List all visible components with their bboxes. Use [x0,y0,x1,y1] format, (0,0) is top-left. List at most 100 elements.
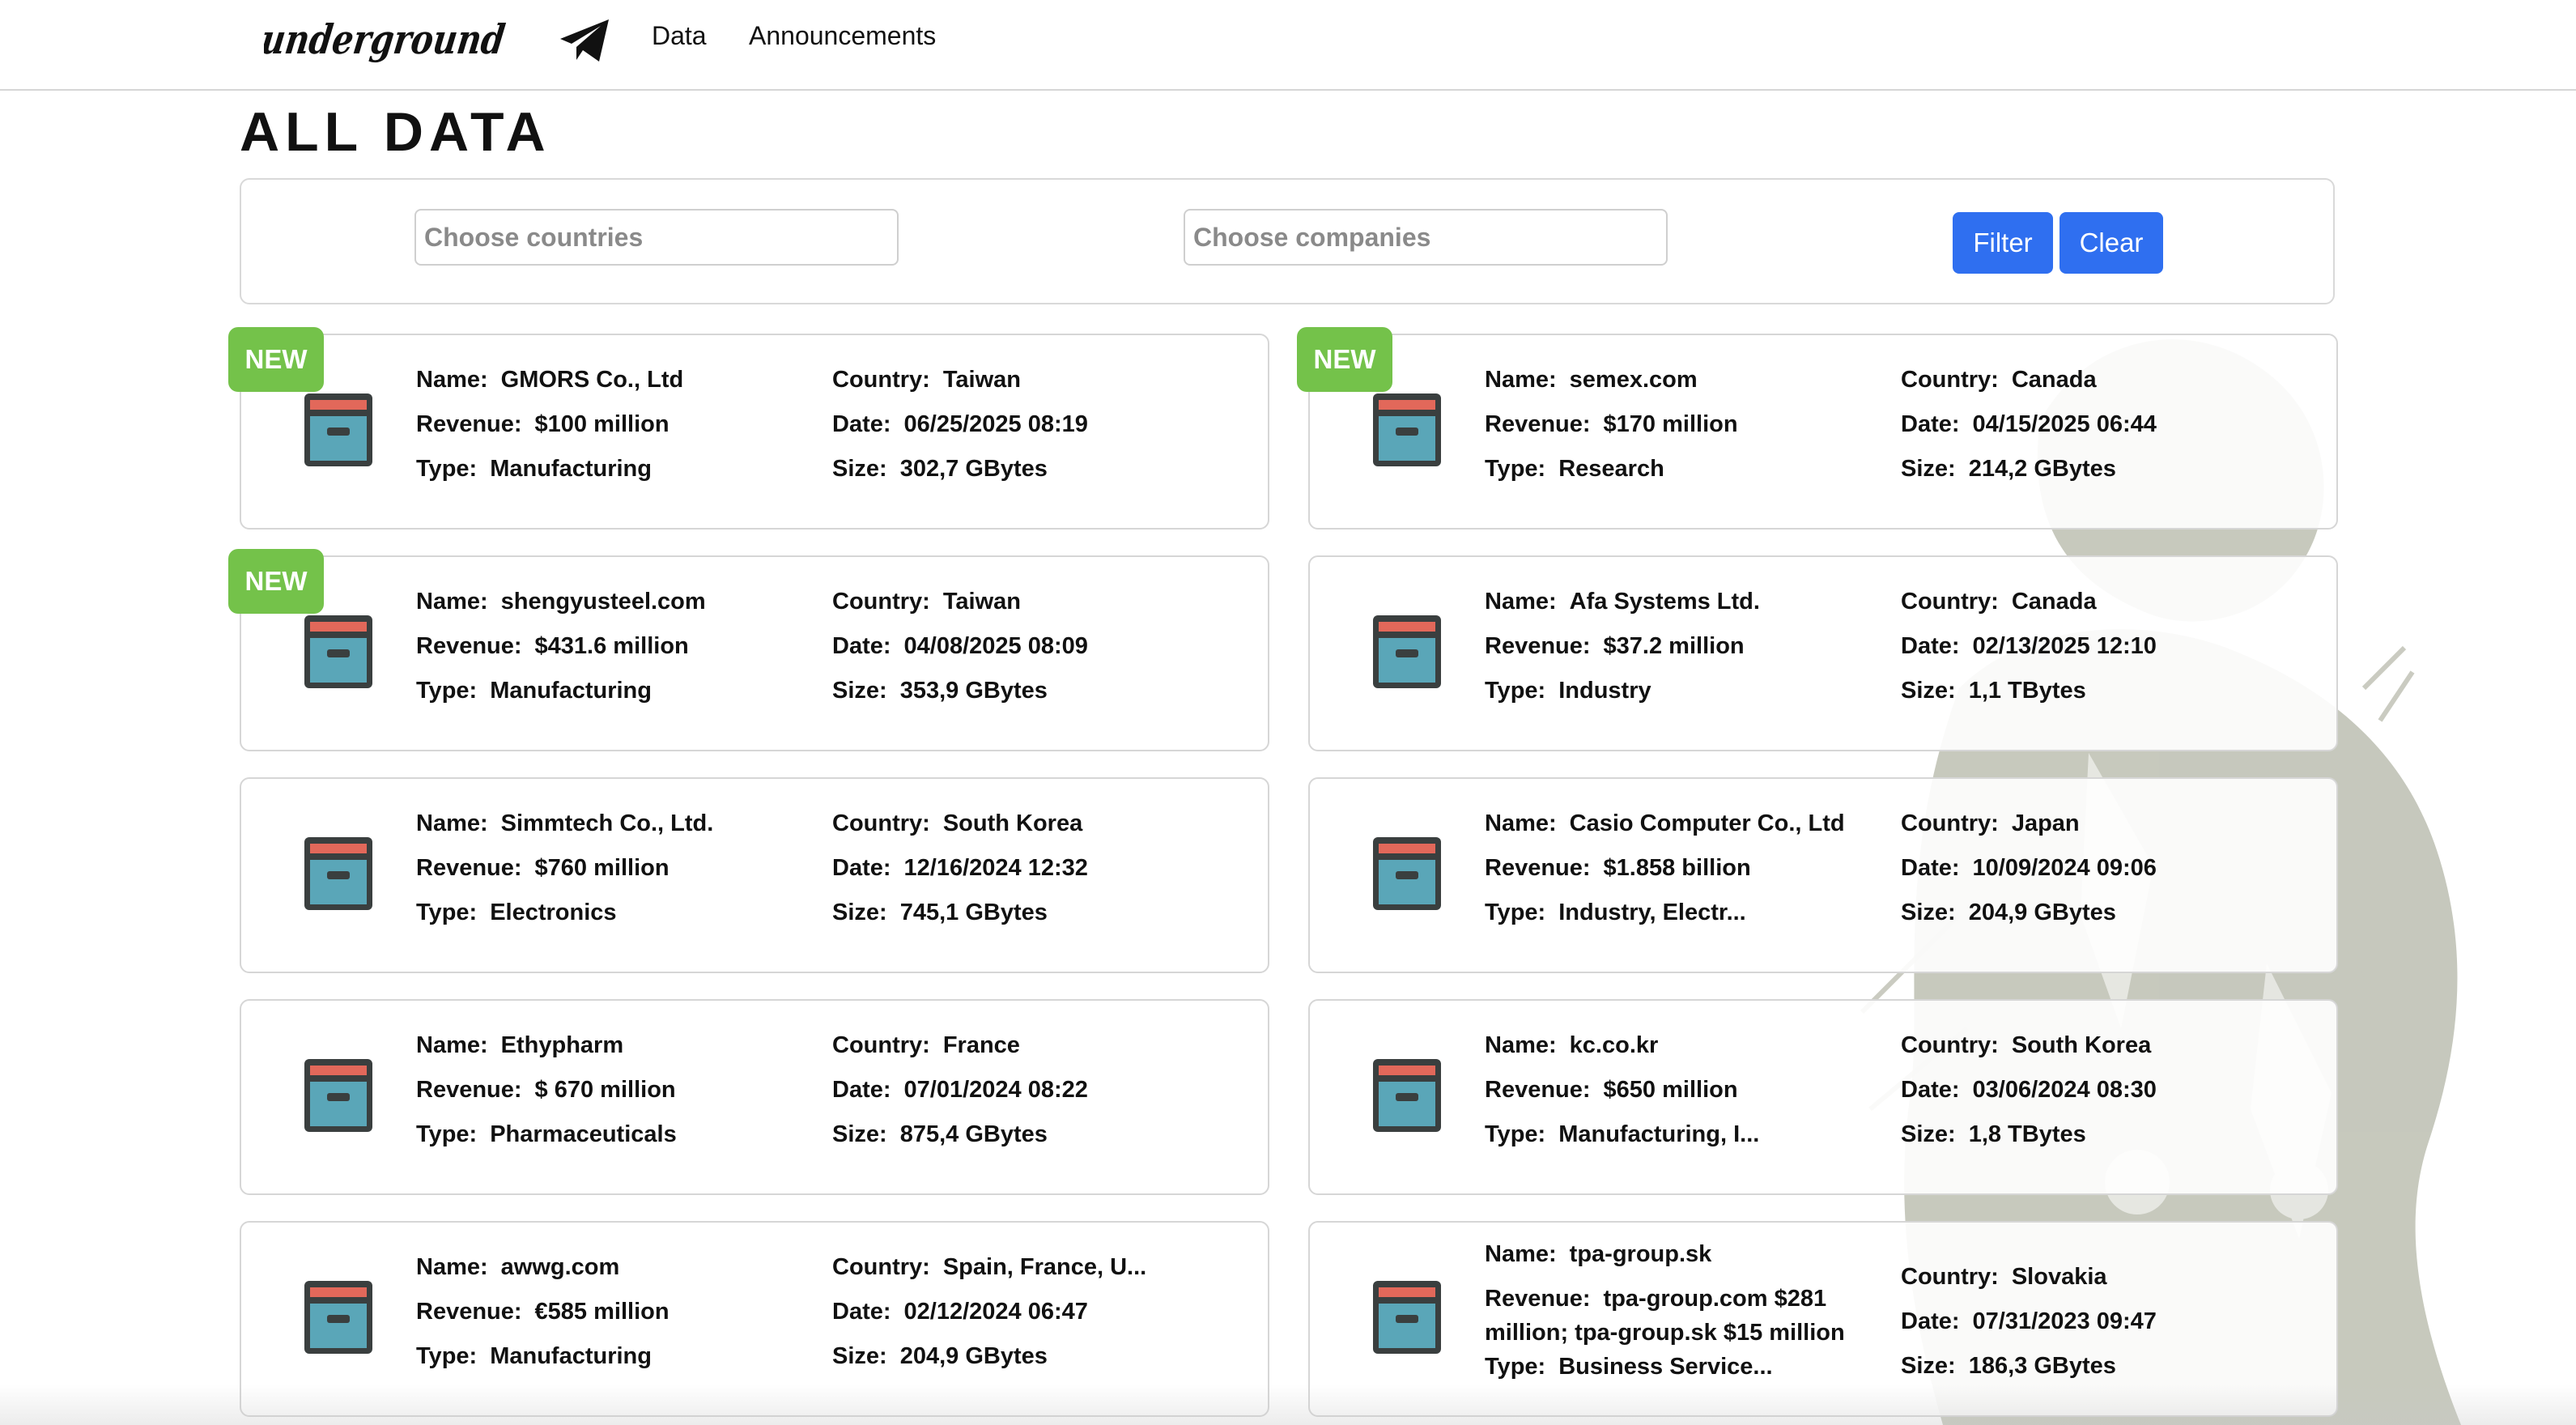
archive-box-icon [304,1281,372,1354]
industry-type-label: Type: [416,1121,478,1147]
revenue-value: $100 million [534,411,670,437]
industry-type-row: Type: Industry [1485,669,1760,713]
country-row: Country: Taiwan [832,358,1088,402]
revenue-label: Revenue: [1485,411,1591,437]
company-name-value: kc.co.kr [1569,1032,1659,1058]
company-name-row: Name: shengyusteel.com [416,580,706,624]
card-company-column: Name: awwg.com Revenue: €585 million Type: Ma… [416,1245,670,1379]
company-name-label: Name: [1485,1032,1557,1058]
underground-logo[interactable]: underground [264,11,512,70]
card-company-column: Name: Afa Systems Ltd. Revenue: $37.2 milli… [1485,580,1760,713]
card-company-column: Name: kc.co.kr Revenue: $650 million Type: Ma… [1485,1023,1759,1157]
size-row: Size: 1,1 TBytes [1901,669,2157,713]
date-label: Date: [832,855,891,881]
card-details-column: Country: Taiwan Date: 04/08/2025 08:09 Size:… [832,580,1088,713]
card-company-column: Name: Casio Computer Co., Ltd Revenue: $1.8… [1485,802,1845,935]
size-label: Size: [832,1121,887,1147]
revenue-value: $1.858 billion [1603,855,1751,881]
data-card[interactable]: NEW Name: semex.com Revenue: $170 million Typ… [1297,327,2338,530]
archive-box-icon [304,393,372,466]
revenue-label: Revenue: [1485,633,1591,659]
country-row: Country: South Korea [832,802,1088,846]
company-name-label: Name: [1485,367,1557,393]
industry-type-label: Type: [416,1343,478,1369]
date-value: 06/25/2025 08:19 [903,411,1088,437]
filter-button[interactable]: Filter [1953,212,2053,274]
new-badge: NEW [228,327,324,392]
revenue-label: Revenue: [1485,1286,1591,1312]
date-label: Date: [1901,633,1960,659]
revenue-label: Revenue: [416,1299,522,1325]
company-name-value: Simmtech Co., Ltd. [500,810,714,836]
size-row: Size: 302,7 GBytes [832,447,1088,491]
size-row: Size: 204,9 GBytes [832,1334,1146,1379]
country-value: Canada [2011,367,2097,393]
telegram-plane-icon[interactable] [559,16,610,65]
industry-type-label: Type: [1485,900,1546,925]
country-row: Country: Spain, France, U... [832,1245,1146,1290]
country-label: Country: [832,1032,930,1058]
company-name-row: Name: tpa-group.sk [1485,1232,1857,1277]
companies-select[interactable] [1184,209,1668,266]
date-label: Date: [832,1077,891,1103]
revenue-row: Revenue: $100 million [416,402,683,447]
company-name-row: Name: awwg.com [416,1245,670,1290]
archive-box-icon [1373,615,1441,688]
date-row: Date: 07/31/2023 09:47 [1901,1300,2157,1344]
data-card[interactable]: Name: Casio Computer Co., Ltd Revenue: $1.8… [1308,777,2338,973]
card-details-column: Country: Spain, France, U... Date: 02/12/20… [832,1245,1146,1379]
country-row: Country: Japan [1901,802,2157,846]
revenue-value: $37.2 million [1603,633,1745,659]
industry-type-row: Type: Manufacturing [416,1334,670,1379]
industry-type-label: Type: [1485,456,1546,482]
country-row: Country: Slovakia [1901,1255,2157,1300]
company-name-value: awwg.com [500,1254,620,1280]
company-name-label: Name: [416,810,488,836]
size-row: Size: 204,9 GBytes [1901,891,2157,935]
date-row: Date: 06/25/2025 08:19 [832,402,1088,447]
size-label: Size: [1901,678,1956,704]
card-details-column: Country: France Date: 07/01/2024 08:22 Size:… [832,1023,1088,1157]
company-name-row: Name: Afa Systems Ltd. [1485,580,1760,624]
company-name-value: shengyusteel.com [500,589,706,615]
nav-link-announcements[interactable]: Announcements [749,21,936,51]
card-company-column: Name: Ethypharm Revenue: $ 670 million Type:… [416,1023,677,1157]
country-value: Japan [2011,810,2080,836]
data-card[interactable]: Name: tpa-group.sk Revenue: tpa-group.com $… [1308,1221,2338,1417]
revenue-row: Revenue: $760 million [416,846,713,891]
archive-box-icon [1373,1059,1441,1132]
card-details-column: Country: Slovakia Date: 07/31/2023 09:47 Siz… [1901,1255,2157,1389]
archive-box-icon [304,1059,372,1132]
clear-button[interactable]: Clear [2060,212,2163,274]
nav-link-data[interactable]: Data [652,21,707,51]
new-badge: NEW [1297,327,1392,392]
company-name-value: Ethypharm [500,1032,624,1058]
data-card[interactable]: NEW Name: shengyusteel.com Revenue: $431.6 m… [228,549,1269,751]
date-value: 04/08/2025 08:09 [903,633,1088,659]
company-name-value: Afa Systems Ltd. [1569,589,1760,615]
date-value: 02/12/2024 06:47 [903,1299,1088,1325]
size-row: Size: 186,3 GBytes [1901,1344,2157,1389]
data-card[interactable]: Name: Simmtech Co., Ltd. Revenue: $760 mill… [240,777,1269,973]
date-label: Date: [832,1299,891,1325]
revenue-label: Revenue: [416,855,522,881]
industry-type-row: Type: Research [1485,447,1738,491]
country-row: Country: South Korea [1901,1023,2157,1068]
size-label: Size: [832,456,887,482]
data-card[interactable]: Name: Afa Systems Ltd. Revenue: $37.2 milli… [1308,555,2338,751]
company-name-label: Name: [416,367,488,393]
countries-select[interactable] [414,209,899,266]
data-card[interactable]: Name: kc.co.kr Revenue: $650 million Type: Ma… [1308,999,2338,1195]
revenue-label: Revenue: [416,1077,522,1103]
country-label: Country: [832,589,930,615]
card-company-column: Name: tpa-group.sk Revenue: tpa-group.com $… [1485,1232,1857,1389]
industry-type-label: Type: [416,900,478,925]
data-card[interactable]: Name: Ethypharm Revenue: $ 670 million Type:… [240,999,1269,1195]
date-row: Date: 07/01/2024 08:22 [832,1068,1088,1112]
size-label: Size: [832,1343,887,1369]
data-card[interactable]: Name: awwg.com Revenue: €585 million Type: Ma… [240,1221,1269,1417]
industry-type-value: Electronics [490,900,617,925]
company-name-label: Name: [416,589,488,615]
size-label: Size: [1901,456,1956,482]
data-card[interactable]: NEW Name: GMORS Co., Ltd Revenue: $100 milli… [228,327,1269,530]
